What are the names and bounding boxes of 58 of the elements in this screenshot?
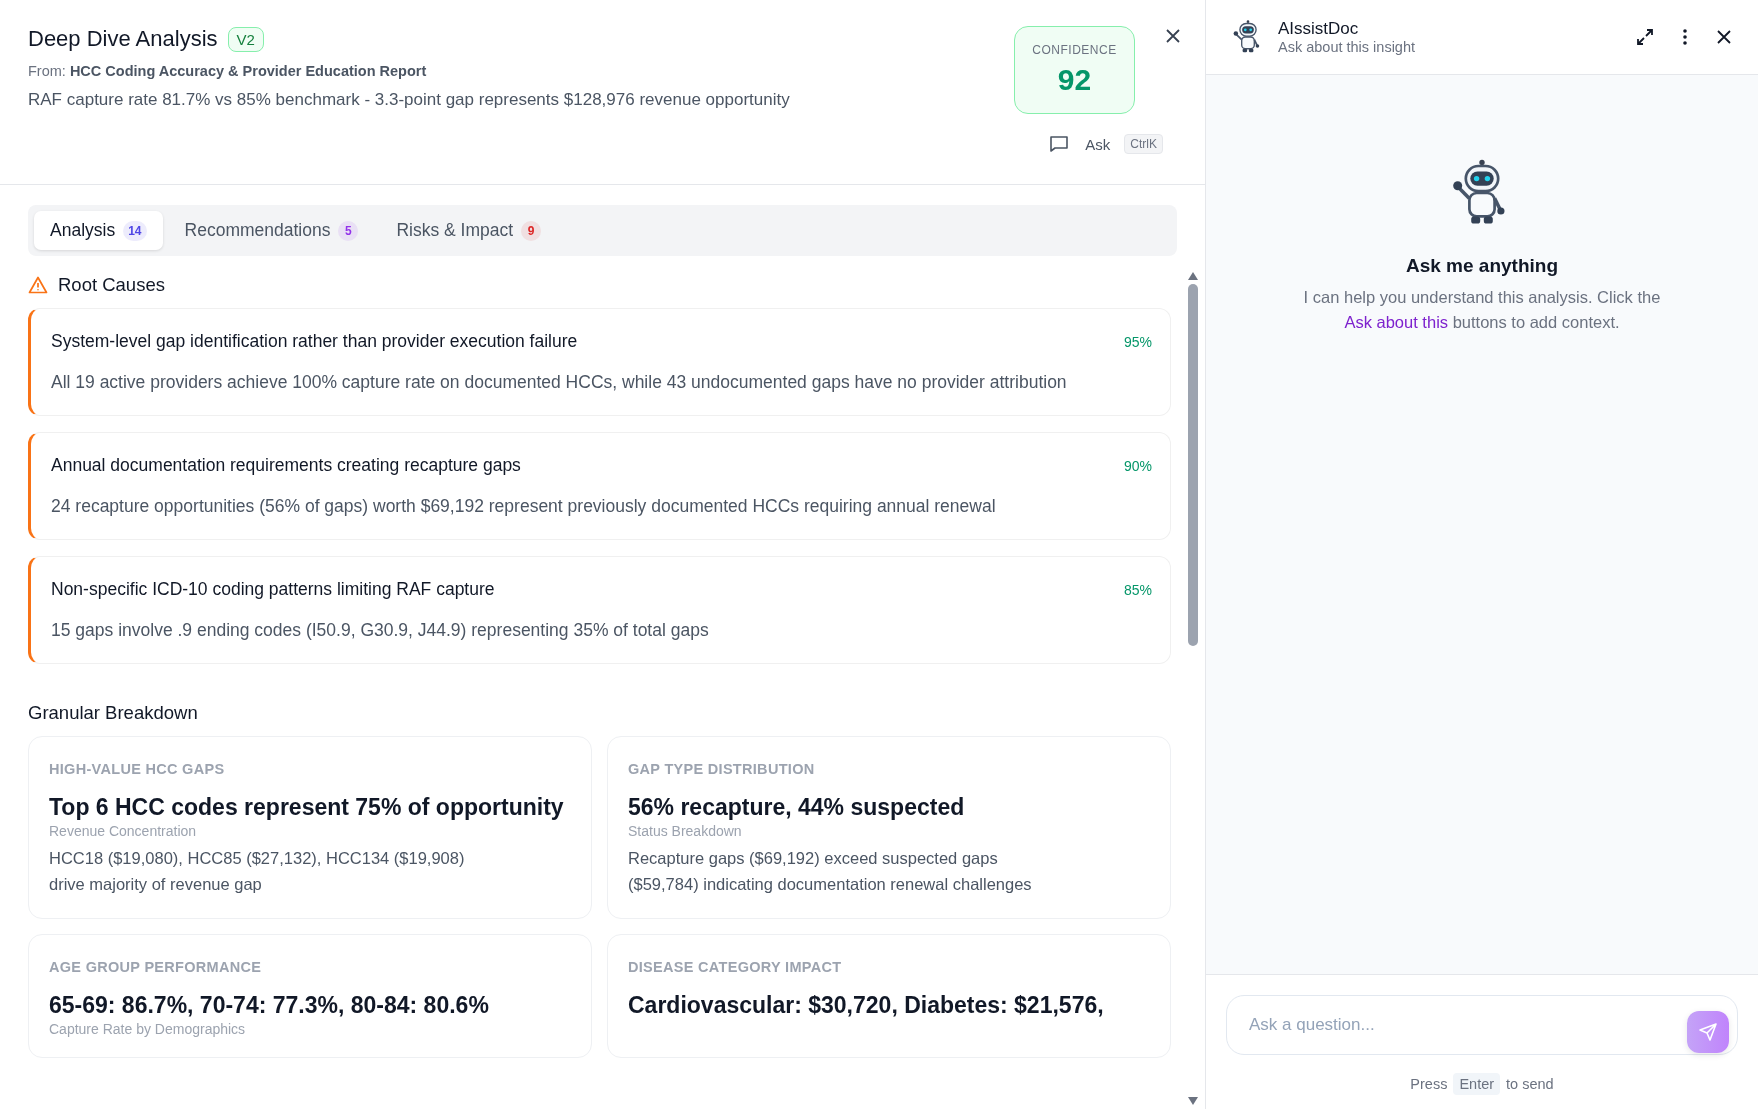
root-cause-title: Non-specific ICD-10 coding patterns limiting RAF capture (51, 579, 495, 600)
enter-key: Enter (1453, 1073, 1501, 1095)
card-detail: HCC18 ($19,080), HCC85 ($27,132), HCC134 ($19,908) drive majority of revenue gap (49, 847, 466, 896)
assistant-name: AIssistDoc (1278, 19, 1360, 39)
comment-icon (1049, 135, 1070, 153)
hint-text: to send (1506, 1076, 1554, 1092)
confidence-percent: 85% (1123, 581, 1152, 598)
more-icon (1682, 28, 1688, 46)
ask-button[interactable]: Ask (1049, 135, 1111, 153)
card-sublabel: Status Breakdown (628, 822, 743, 839)
panel-title: Deep Dive Analysis (28, 26, 218, 52)
tab[interactable]: Recommendations 5 (168, 211, 375, 250)
card-label: HIGH-VALUE HCC GAPS (49, 761, 226, 777)
card-value: Cardiovascular: $30,720, Diabetes: $21,576, (628, 990, 1105, 1020)
hint-text: Press (1410, 1076, 1448, 1092)
shortcut-key: CtrlK (1124, 134, 1163, 154)
ask-about-link[interactable]: Ask about this (1344, 312, 1449, 331)
tab[interactable]: Risks & Impact 9 (380, 211, 558, 250)
card-value: Top 6 HCC codes represent 75% of opportunity (49, 793, 565, 822)
card-value: 65-69: 86.7%, 70-74: 77.3%, 80-84: 80.6% (49, 990, 490, 1020)
scrollbar-thumb[interactable] (1188, 284, 1198, 646)
assistant-subtitle: Ask about this insight (1278, 39, 1416, 55)
count-badge: 9 (521, 220, 542, 241)
count-badge: 14 (123, 220, 147, 241)
confidence-percent: 95% (1123, 333, 1152, 350)
warning-icon (28, 276, 48, 294)
root-cause-title: Annual documentation requirements creating recapture gaps (51, 455, 521, 476)
section-title: Granular Breakdown (28, 702, 198, 724)
card-sublabel: Capture Rate by Demographics (49, 1020, 247, 1037)
section-title: Root Causes (58, 274, 165, 296)
card-sublabel: Revenue Concentration (49, 822, 198, 839)
root-cause-detail: 24 recapture opportunities (56% of gaps) worth $69,192 represent previously documented HCCs requiring annual renewal (51, 496, 997, 517)
root-cause-detail: All 19 active providers achieve 100% capture rate on documented HCCs, while 43 undocumented gaps have no provider attribution (51, 372, 1068, 393)
confidence-label: CONFIDENCE (1032, 43, 1117, 57)
card-label: GAP TYPE DISTRIBUTION (628, 761, 816, 777)
count-badge: 5 (338, 220, 359, 241)
expand-button[interactable] (1634, 26, 1656, 48)
card-label: AGE GROUP PERFORMANCE (49, 958, 263, 975)
empty-message: I can help you understand this analysis. Click the Ask about this buttons to add context. (1302, 287, 1662, 333)
question-input[interactable]: Ask a question... (1247, 1014, 1687, 1036)
source-text: From: HCC Coding Accuracy & Provider Education Report (28, 63, 428, 79)
version-badge: V2 (227, 26, 264, 52)
summary-text: RAF capture rate 81.7% vs 85% benchmark - 3.3-point gap represents $128,976 revenue opportunity (28, 90, 791, 110)
question-field[interactable]: Ask a question... (1226, 995, 1738, 1055)
scroll-up-icon[interactable] (1188, 272, 1198, 280)
scroll-down-icon[interactable] (1188, 1097, 1198, 1105)
tab[interactable]: Analysis 14 (34, 211, 163, 250)
confidence-percent: 90% (1123, 457, 1152, 474)
more-button[interactable] (1680, 26, 1690, 48)
card-detail: Recapture gaps ($69,192) exceed suspected gaps ($59,784) indicating documentation renewal challenges (628, 847, 1033, 896)
card-label: DISEASE CATEGORY IMPACT (628, 958, 843, 975)
confidence-value: 92 (1057, 63, 1092, 97)
card-value: 56% recapture, 44% suspected (628, 793, 966, 822)
send-icon (1698, 1022, 1718, 1042)
empty-title: Ask me anything (1405, 255, 1558, 277)
send-button[interactable] (1687, 1011, 1729, 1053)
root-cause-detail: 15 gaps involve .9 ending codes (I50.9, G30.9, J44.9) representing 35% of total gaps (51, 620, 710, 641)
root-cause-title: System-level gap identification rather than provider execution failure (51, 331, 578, 352)
